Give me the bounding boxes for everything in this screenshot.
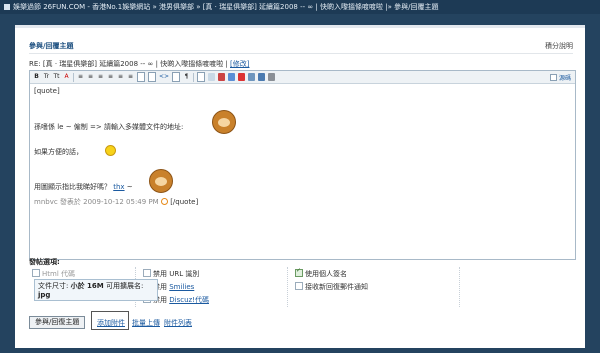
bold-button[interactable]: B <box>33 73 40 81</box>
align-left-button[interactable]: ≡ <box>77 73 84 81</box>
color-button[interactable]: A <box>63 73 70 81</box>
message-line: 用圖顯示指比我睇好嗎？ thx ~ <box>34 182 133 192</box>
tube-icon[interactable] <box>248 73 256 81</box>
email-notify-label: 接收新回復郵件通知 <box>305 283 368 291</box>
monkey-emoticon-icon <box>149 169 173 193</box>
indent-button[interactable]: ≡ <box>127 73 134 81</box>
message-editor[interactable]: B Tr Tt A ≡ ≡ ≡ ≡ ≡ ≡ <> ¶ 源碼 [quote] 孫嗜… <box>29 70 576 260</box>
email-notify-checkbox[interactable] <box>295 282 303 290</box>
email-notify-option[interactable]: 接收新回復郵件通知 <box>295 282 368 292</box>
quote-author-meta: mnbvc 發表於 2009-10-12 05:49 PM <box>34 198 159 206</box>
attachment-list-link[interactable]: 附件列表 <box>164 318 192 328</box>
align-right-button[interactable]: ≡ <box>97 73 104 81</box>
quote-close: [/quote] <box>170 198 199 206</box>
options-divider <box>459 267 460 307</box>
unlink-icon[interactable] <box>268 73 276 81</box>
message-line: 孫嗜係 le ~ 僱制 => 請輸入多媒體文件的地址: <box>34 122 183 132</box>
message-line-text: 如果方便的話， <box>34 148 83 156</box>
toolbar-divider <box>73 72 74 82</box>
post-options-title: 發帖選項: <box>29 258 60 266</box>
message-line-tail: ~ <box>126 183 133 191</box>
message-line-text: 用圖顯示指比我睇好嗎？ <box>34 183 111 191</box>
quote-icon[interactable] <box>148 72 156 82</box>
quote-arrow-icon <box>160 198 168 205</box>
smilies-link[interactable]: Smilies <box>169 283 194 291</box>
submit-reply-button[interactable]: 參與/回復主題 <box>29 316 86 329</box>
code-button[interactable]: <> <box>159 73 169 81</box>
font-button[interactable]: Tr <box>43 73 50 81</box>
extensions-value: jpg <box>38 291 51 299</box>
edit-subject-link[interactable]: [修改] <box>230 60 249 68</box>
html-code-option[interactable]: Html 代碼 <box>32 269 75 279</box>
disable-url-checkbox[interactable] <box>143 269 151 277</box>
breadcrumb-text[interactable]: 娛樂過節 26FUN.COM - 香港No.1娛樂網站 » 港男俱樂部 » [真… <box>13 3 438 11</box>
thx-link[interactable]: thx <box>113 183 124 191</box>
html-code-label: Html 代碼 <box>42 270 75 278</box>
subject-line: RE: [真 ‧ 瑞星俱樂部] 延續篇2008 -- ∞ | 快啲入嚟搵條喥喥啦… <box>29 59 249 69</box>
numbered-list-button[interactable]: ≡ <box>117 73 124 81</box>
editor-content[interactable]: [quote] 孫嗜係 le ~ 僱制 => 請輸入多媒體文件的地址: 如果方便… <box>30 84 575 259</box>
media-icon[interactable] <box>228 73 236 81</box>
flash-icon[interactable] <box>218 73 226 81</box>
batch-upload-link[interactable]: 批量上傳 <box>132 318 160 328</box>
use-signature-checkbox[interactable] <box>295 267 303 277</box>
extensions-label: 可用擴展名: <box>105 282 144 290</box>
attachment-limits: 文件尺寸: 小於 16M 可用擴展名: <box>38 282 154 291</box>
use-signature-option[interactable]: 使用個人簽名 <box>295 267 347 279</box>
html-code-checkbox[interactable] <box>32 269 40 277</box>
list-button[interactable]: ≡ <box>107 73 114 81</box>
page-title: 參與/回覆主題 <box>29 42 74 50</box>
youtube-icon[interactable] <box>238 73 246 81</box>
image-icon[interactable] <box>208 73 216 81</box>
smilies-icon[interactable] <box>197 72 206 82</box>
file-size-label: 文件尺寸: <box>38 282 69 290</box>
attachment-tooltip: 文件尺寸: 小於 16M 可用擴展名: jpg <box>34 279 158 301</box>
quote-meta-line: mnbvc 發表於 2009-10-12 05:49 PM [/quote] <box>34 197 198 207</box>
hide-icon[interactable] <box>172 72 181 82</box>
breadcrumb: 娛樂過節 26FUN.COM - 香港No.1娛樂網站 » 港男俱樂部 » [真… <box>0 0 600 14</box>
smile-emoticon-icon <box>105 145 116 156</box>
panel-header: 參與/回覆主題 積分說明 <box>29 41 573 54</box>
source-mode-toggle[interactable]: 源碼 <box>549 73 571 82</box>
message-line: 如果方便的話， <box>34 147 83 157</box>
reply-panel: 參與/回覆主題 積分說明 RE: [真 ‧ 瑞星俱樂部] 延續篇2008 -- … <box>15 25 585 348</box>
subject-text: RE: [真 ‧ 瑞星俱樂部] 延續篇2008 -- ∞ | 快啲入嚟搵條喥喥啦… <box>29 60 230 68</box>
source-mode-label: 源碼 <box>558 74 571 82</box>
link-icon[interactable] <box>258 73 266 81</box>
use-signature-label: 使用個人簽名 <box>305 270 347 278</box>
editor-toolbar: B Tr Tt A ≡ ≡ ≡ ≡ ≡ ≡ <> ¶ 源碼 <box>30 71 575 84</box>
home-icon[interactable] <box>4 4 10 10</box>
paragraph-button[interactable]: ¶ <box>183 73 190 81</box>
source-mode-checkbox[interactable] <box>549 73 557 81</box>
monkey-emoticon-icon <box>212 110 236 134</box>
points-help-link[interactable]: 積分說明 <box>545 41 573 51</box>
table-icon[interactable] <box>137 72 145 82</box>
file-size-value: 小於 16M <box>70 282 104 290</box>
disable-url-option[interactable]: 禁用 URL 識別 <box>143 269 199 279</box>
disable-url-label: 禁用 URL 識別 <box>153 270 200 278</box>
quote-open-line: [quote] <box>34 87 60 95</box>
discuz-code-link[interactable]: Discuz!代碼 <box>169 296 209 304</box>
align-center-button[interactable]: ≡ <box>87 73 94 81</box>
size-button[interactable]: Tt <box>53 73 60 81</box>
message-line-text: 孫嗜係 le ~ 僱制 => 請輸入多媒體文件的地址: <box>34 123 184 131</box>
options-divider <box>287 267 288 307</box>
add-attachment-link[interactable]: 添加附件 <box>97 318 125 328</box>
toolbar-divider <box>193 72 195 82</box>
